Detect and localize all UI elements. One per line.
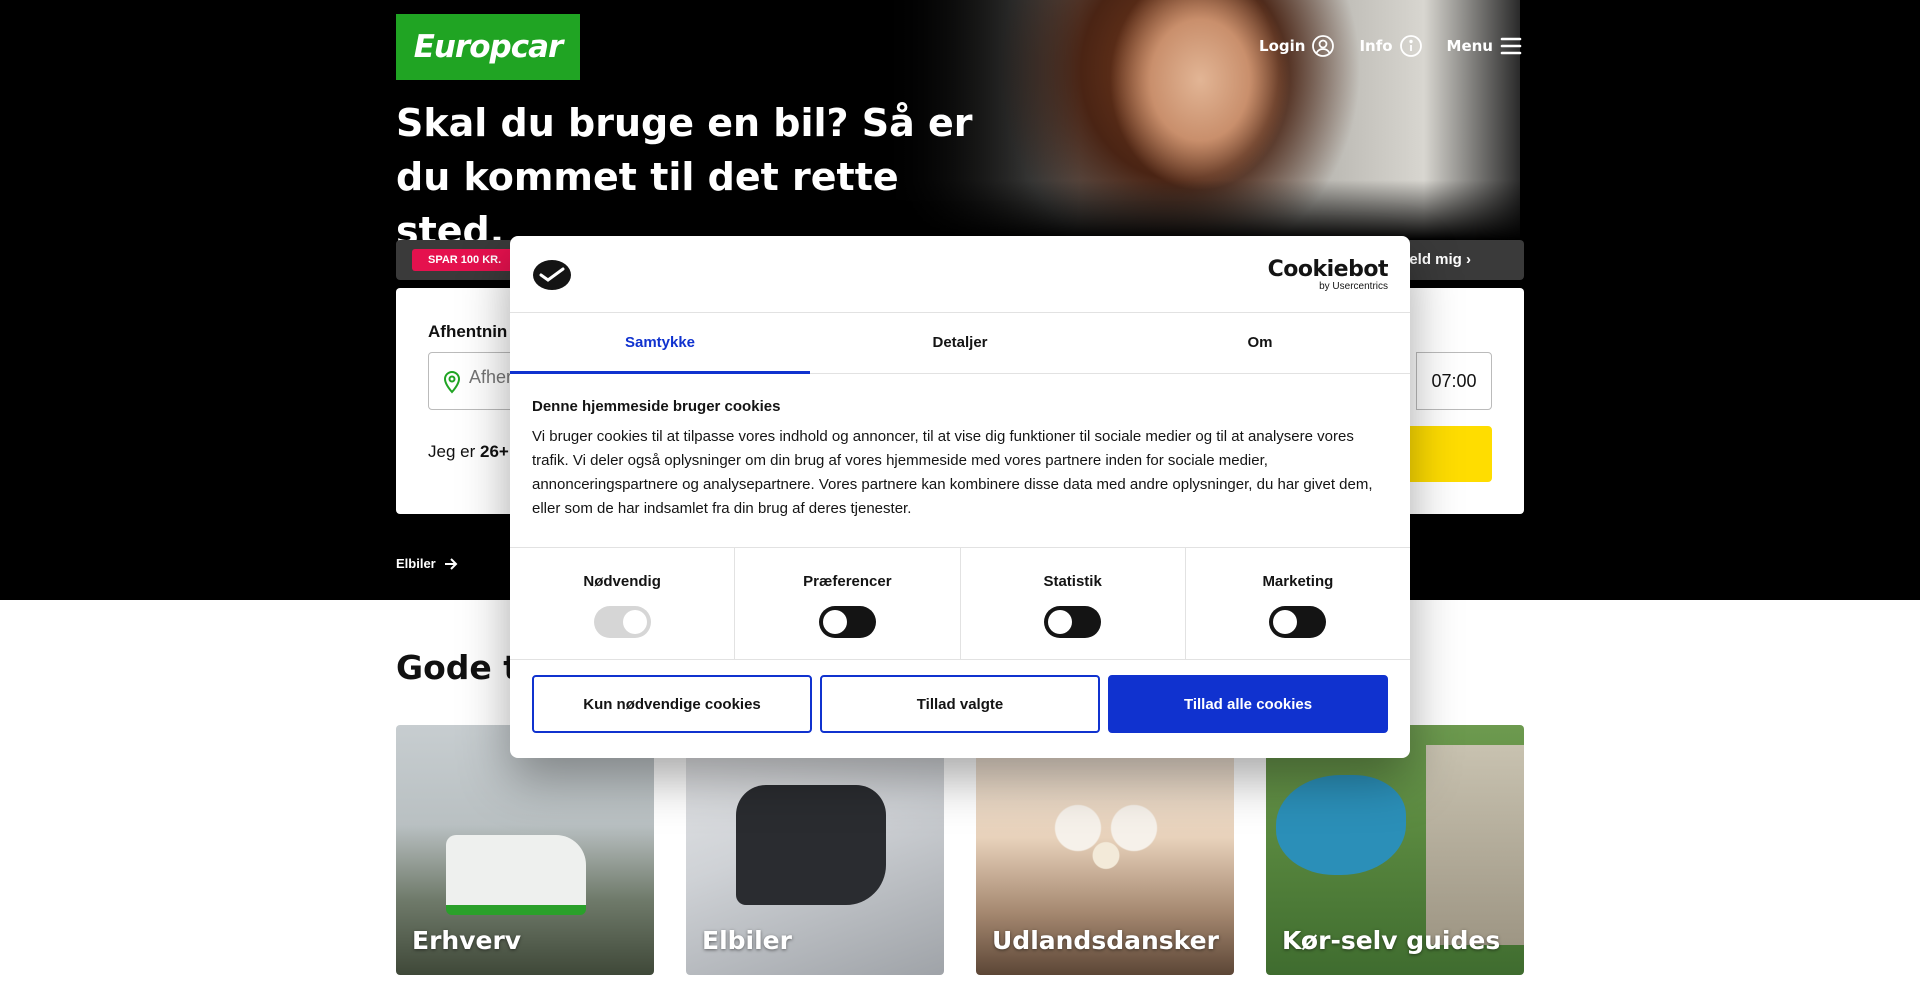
necessary-only-button[interactable]: Kun nødvendige cookies [532, 675, 812, 733]
card-label: Kør-selv guides [1282, 926, 1501, 955]
cookiebot-brand[interactable]: Cookiebot by Usercentrics [1267, 257, 1389, 292]
promo-badge: SPAR 100 KR. [412, 249, 518, 271]
menu-button[interactable]: Menu [1447, 34, 1523, 58]
toggle-label: Statistik [1043, 573, 1102, 590]
toggle-group-praeferencer: Præferencer [735, 548, 961, 659]
cookie-action-buttons: Kun nødvendige cookies Tillad valgte Til… [532, 675, 1388, 733]
cookie-dialog-header: Cookiebot by Usercentrics [510, 236, 1410, 313]
toggle-group-marketing: Marketing [1186, 548, 1410, 659]
toggle-group-nodvendig: Nødvendig [510, 548, 736, 659]
category-cards: Erhverv Elbiler Udlandsdansker Kør-selv … [396, 725, 1524, 975]
toggle-group-statistik: Statistik [961, 548, 1186, 659]
cookie-tabs: Samtykke Detaljer Om [510, 313, 1410, 374]
pickup-label: Afhentnin [428, 322, 508, 341]
tab-detaljer[interactable]: Detaljer [810, 313, 1110, 373]
card-erhverv[interactable]: Erhverv [396, 725, 654, 975]
hero-title: Skal du bruge en bil? Så er du kommet ti… [396, 101, 973, 253]
elbiler-link-label: Elbiler [396, 556, 436, 571]
age-prefix: Jeg er [428, 442, 476, 461]
search-button[interactable] [1396, 426, 1492, 482]
toggle-label: Marketing [1262, 573, 1334, 590]
logo-text: Europcar [413, 29, 564, 65]
tab-om[interactable]: Om [1110, 313, 1410, 373]
menu-label: Menu [1446, 37, 1493, 55]
marketing-toggle[interactable] [1269, 606, 1327, 638]
lake-image [1276, 775, 1406, 875]
cookie-dialog-body: Denne hjemmeside bruger cookies Vi bruge… [532, 398, 1388, 521]
top-navigation: Login Info Menu [1259, 34, 1523, 58]
cookie-description: Vi bruger cookies til at tilpasse vores … [532, 428, 1373, 517]
login-label: Login [1259, 37, 1306, 55]
arrow-right-icon [444, 557, 458, 570]
tab-samtykke[interactable]: Samtykke [510, 313, 810, 374]
cookie-consent-dialog: Cookiebot by Usercentrics Samtykke Detal… [510, 236, 1410, 758]
card-label: Erhverv [412, 926, 522, 955]
family-image [1036, 795, 1176, 905]
cliff-image [1426, 745, 1524, 945]
user-icon [1312, 35, 1335, 57]
elbiler-link[interactable]: Elbiler [396, 556, 458, 571]
allow-selection-button[interactable]: Tillad valgte [820, 675, 1100, 733]
cookiebot-brand-name: Cookiebot [1267, 257, 1389, 282]
age-selector[interactable]: Jeg er 26+ [428, 442, 509, 462]
pickup-time-field[interactable]: 07:00 [1416, 352, 1492, 410]
cookiebot-logo-icon [533, 260, 571, 290]
allow-all-button[interactable]: Tillad alle cookies [1108, 675, 1388, 733]
info-icon [1399, 35, 1422, 57]
cookiebot-brand-sub: by Usercentrics [1319, 281, 1388, 292]
info-label: Info [1359, 37, 1393, 55]
europcar-logo[interactable]: Europcar [396, 14, 580, 80]
toggle-label: Nødvendig [583, 573, 661, 590]
age-value: 26+ [479, 442, 509, 461]
card-label: Elbiler [702, 926, 792, 955]
card-udlandsdansker[interactable]: Udlandsdansker [976, 725, 1234, 975]
toggle-label: Præferencer [803, 573, 892, 590]
necessary-toggle [593, 606, 651, 638]
login-link[interactable]: Login [1259, 34, 1335, 58]
menu-icon [1500, 37, 1522, 55]
cookie-category-toggles: Nødvendig Præferencer Statistik Marketin… [510, 547, 1410, 660]
preferences-toggle[interactable] [818, 606, 876, 638]
promo-signup-link[interactable]: eld mig › [1409, 251, 1471, 268]
van-image [446, 835, 586, 915]
card-label: Udlandsdansker [992, 926, 1219, 955]
statistics-toggle[interactable] [1044, 606, 1102, 638]
charger-image [736, 785, 886, 905]
cookie-heading: Denne hjemmeside bruger cookies [532, 398, 781, 415]
card-kor-selv-guides[interactable]: Kør-selv guides [1266, 725, 1524, 975]
location-pin-icon [443, 371, 461, 394]
info-link[interactable]: Info [1359, 34, 1422, 58]
card-elbiler[interactable]: Elbiler [686, 725, 944, 975]
